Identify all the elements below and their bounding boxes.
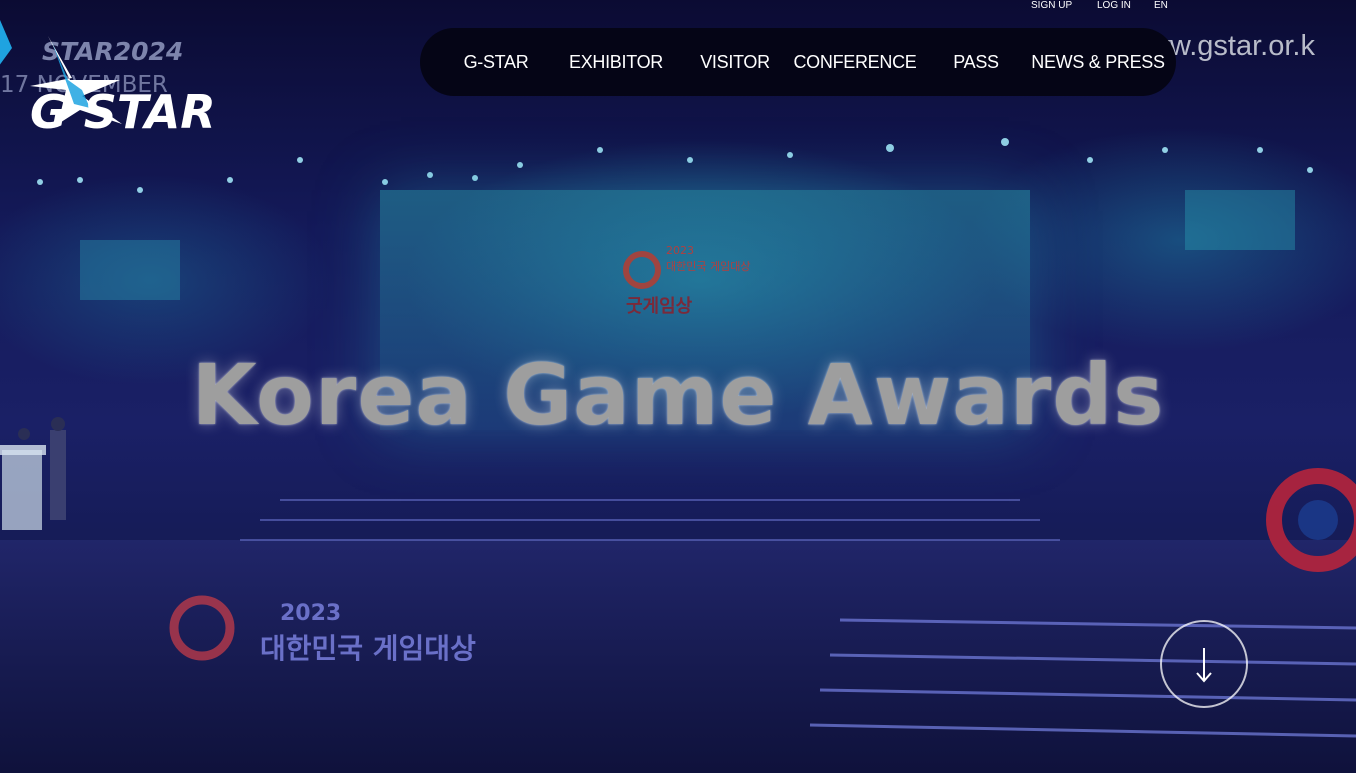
award-emblem-right-icon: [1266, 468, 1356, 572]
nav-item-g-star[interactable]: G-STAR: [450, 28, 542, 96]
award-emblem-icon: 2023 대한민국 게임대상 굿게임상: [623, 244, 750, 317]
arrow-down-icon: [1196, 648, 1212, 683]
floor-emblem: 2023 대한민국 게임대상: [169, 595, 476, 665]
nav-item-conference[interactable]: CONFERENCE: [790, 28, 920, 96]
gstar-logo[interactable]: STAR2024 17 NOVEMBER G STAR: [0, 20, 270, 139]
gstar-logo-graphic: STAR2024 17 NOVEMBER G STAR: [0, 20, 216, 139]
hero-headline: Korea Game Awards: [191, 346, 1165, 444]
screen-title: 대한민국 게임대상: [666, 260, 750, 273]
side-screen-right: [1185, 190, 1295, 250]
language-link[interactable]: EN: [1154, 0, 1174, 12]
floor-title: 대한민국 게임대상: [260, 632, 476, 665]
scroll-down-button[interactable]: [1160, 620, 1248, 708]
nav-item-pass[interactable]: PASS: [940, 28, 1012, 96]
sign-up-link[interactable]: SIGN UP: [1031, 0, 1075, 12]
nav-item-visitor[interactable]: VISITOR: [692, 28, 778, 96]
nav-item-exhibitor[interactable]: EXHIBITOR: [560, 28, 672, 96]
logo-text: G STAR: [30, 85, 216, 130]
floor-year: 2023: [280, 601, 341, 626]
screen-year: 2023: [666, 244, 694, 257]
nav-item-news-press[interactable]: NEWS & PRESS: [1026, 28, 1170, 96]
main-nav: G-STAR EXHIBITOR VISITOR CONFERENCE PASS…: [420, 28, 1176, 96]
logo-overlay-text: STAR2024: [42, 37, 183, 66]
log-in-link[interactable]: LOG IN: [1097, 0, 1137, 12]
screen-subtitle: 굿게임상: [626, 296, 693, 317]
side-screen-left: [80, 240, 180, 300]
